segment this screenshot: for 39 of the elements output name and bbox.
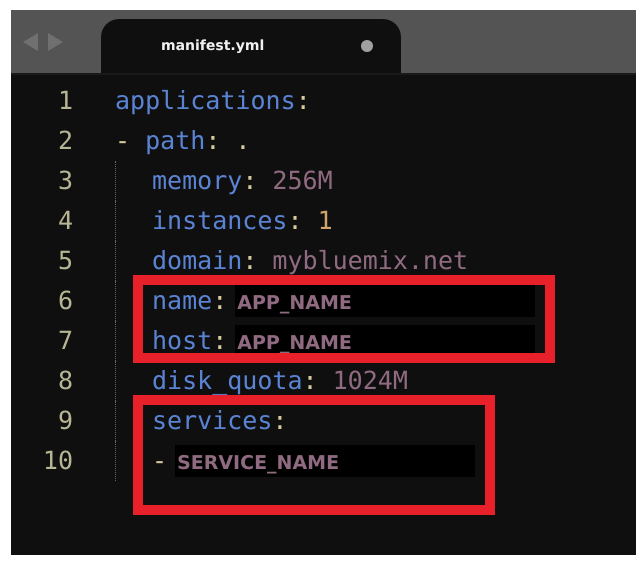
code-token: : xyxy=(212,285,228,317)
redacted-text: APP_NAME xyxy=(235,285,536,317)
line-number: 8 xyxy=(56,365,73,397)
file-tab[interactable]: manifest.yml xyxy=(101,19,401,73)
code-token: - xyxy=(152,445,168,477)
code-token: instances xyxy=(152,205,288,237)
code-token: : xyxy=(212,325,228,357)
code-token: 1 xyxy=(318,205,333,237)
line-number: 10 xyxy=(42,445,73,477)
code-token: 1024M xyxy=(332,365,408,397)
code-token: applications xyxy=(115,85,296,117)
code-token: domain xyxy=(152,245,242,277)
line-number: 5 xyxy=(56,245,73,277)
code-token: : xyxy=(272,405,288,437)
back-icon[interactable] xyxy=(23,32,39,50)
code-token: : xyxy=(296,85,311,117)
line-number: 1 xyxy=(56,85,73,117)
code-token: memory xyxy=(152,165,242,197)
line-number: 9 xyxy=(56,405,73,437)
line-number: 2 xyxy=(56,125,73,157)
code-token: mybluemix.net xyxy=(272,245,468,277)
code-token: : xyxy=(302,365,319,397)
line-number: 6 xyxy=(56,285,73,317)
code-token: disk_quota xyxy=(152,365,303,397)
code-token: - xyxy=(115,125,132,157)
redacted-text: SERVICE_NAME xyxy=(175,445,476,477)
code-token: : xyxy=(242,165,258,197)
code-token: : xyxy=(242,245,258,277)
code-token: : xyxy=(287,205,304,237)
code-token: : . xyxy=(205,125,250,157)
code-token: name xyxy=(152,285,212,317)
code-token: 256M xyxy=(272,165,333,197)
code-token: services xyxy=(152,405,272,437)
line-number: 4 xyxy=(56,205,73,237)
forward-icon[interactable] xyxy=(47,32,63,50)
line-number: 7 xyxy=(56,325,73,357)
line-number: 3 xyxy=(56,165,73,197)
code-token: host xyxy=(152,325,212,357)
code-token: path xyxy=(145,125,206,157)
